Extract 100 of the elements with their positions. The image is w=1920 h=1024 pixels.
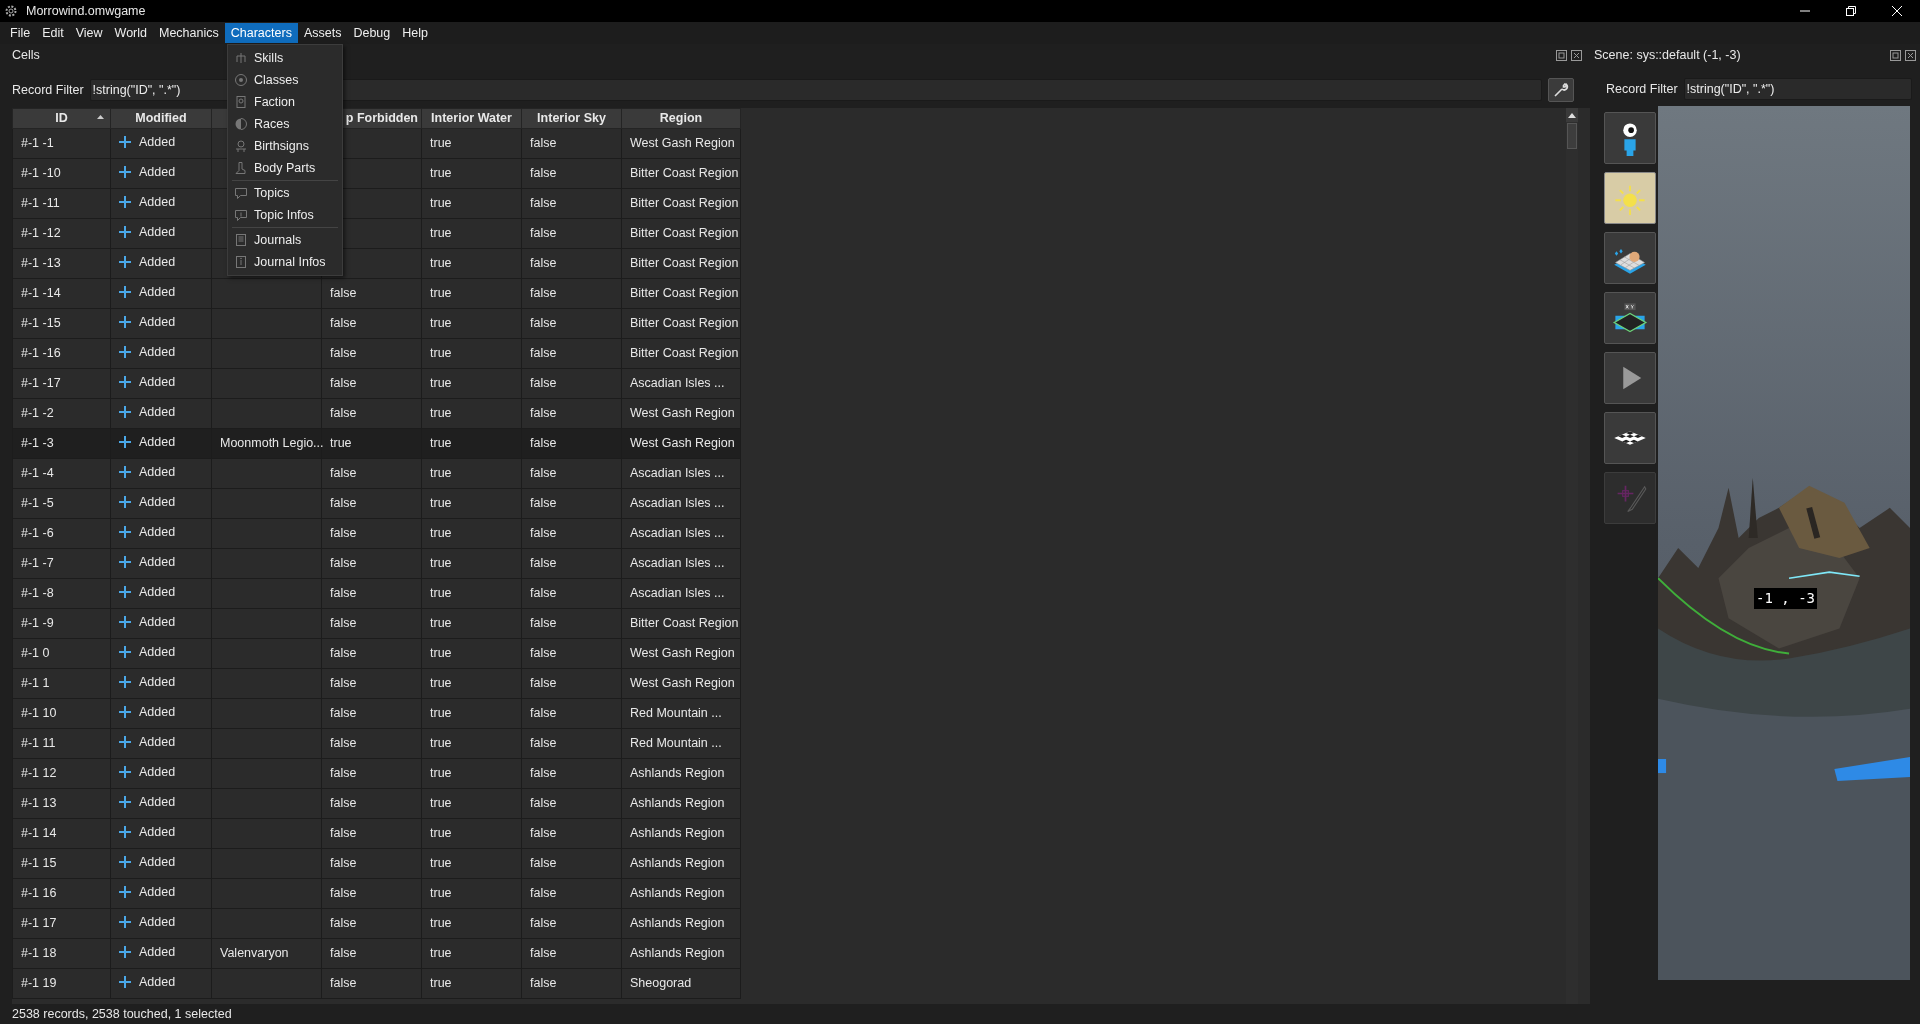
table-cell[interactable]: #-1 -2: [12, 398, 111, 429]
table-cell: Ashlands Region: [621, 938, 741, 969]
table-cell[interactable]: #-1 0: [12, 638, 111, 669]
table-cell[interactable]: #-1 10: [12, 698, 111, 729]
plus-icon: [119, 526, 131, 539]
table-cell: Ashlands Region: [621, 878, 741, 909]
plus-icon: [119, 226, 131, 239]
table-cell-text: Added: [139, 583, 176, 601]
table-cell-text: Added: [139, 523, 176, 541]
table-cell: true: [421, 728, 522, 759]
table-cell: false: [321, 368, 422, 399]
table-cell: Red Mountain ...: [621, 728, 741, 759]
table-cell[interactable]: #-1 -9: [12, 608, 111, 639]
table-cell: false: [321, 278, 422, 309]
table-cell: true: [421, 518, 522, 549]
table-cell: false: [321, 878, 422, 909]
table-cell[interactable]: #-1 -14: [12, 278, 111, 309]
menu-option[interactable]: Body Parts: [228, 157, 342, 179]
table-cell: false: [521, 788, 622, 819]
table-cell[interactable]: #-1 1: [12, 668, 111, 699]
plus-icon: [119, 616, 131, 629]
float-icon[interactable]: [1556, 49, 1567, 61]
menu-option[interactable]: Skills: [228, 47, 342, 69]
plus-icon: [119, 436, 131, 449]
table-cell[interactable]: #-1 13: [12, 788, 111, 819]
table-cell[interactable]: #-1 19: [12, 968, 111, 999]
scrollbar-thumb[interactable]: [1567, 123, 1577, 149]
table-cell[interactable]: #-1 -5: [12, 488, 111, 519]
table-cell: false: [321, 668, 422, 699]
table-cell[interactable]: #-1 -17: [12, 368, 111, 399]
menu-item[interactable]: World: [108, 23, 153, 43]
tool-button[interactable]: [1604, 232, 1656, 284]
table-cell[interactable]: #-1 12: [12, 758, 111, 789]
menu-item[interactable]: Help: [396, 23, 434, 43]
menu-item[interactable]: View: [69, 23, 109, 43]
menu-item[interactable]: Debug: [347, 23, 397, 43]
column-header[interactable]: ID: [12, 108, 111, 129]
table-cell: false: [321, 848, 422, 879]
tool-button[interactable]: [1604, 112, 1656, 164]
record-filter-field[interactable]: !string("ID", ".*"): [1683, 78, 1912, 100]
table-cell: Sheogorad: [621, 968, 741, 999]
table-cell[interactable]: #-1 17: [12, 908, 111, 939]
menu-option[interactable]: Topic Infos: [228, 204, 342, 226]
table-cell[interactable]: #-1 -13: [12, 248, 111, 279]
table-cell[interactable]: #-1 -12: [12, 218, 111, 249]
table-cell[interactable]: #-1 11: [12, 728, 111, 759]
table-cell[interactable]: #-1 -15: [12, 308, 111, 339]
table-cell[interactable]: #-1 -7: [12, 548, 111, 579]
table-cell: Ascadian Isles ...: [621, 518, 741, 549]
wrench-icon: [1553, 82, 1569, 98]
table-cell: Ascadian Isles ...: [621, 368, 741, 399]
table-cell[interactable]: #-1 -10: [12, 158, 111, 189]
plus-icon: [119, 496, 131, 509]
menu-option[interactable]: Topics: [228, 182, 342, 204]
table-cell: false: [521, 938, 622, 969]
table-cell[interactable]: #-1 -11: [12, 188, 111, 219]
table-cell[interactable]: #-1 -16: [12, 338, 111, 369]
menu-item[interactable]: Edit: [36, 23, 70, 43]
close-icon[interactable]: [1905, 49, 1916, 61]
tool-button[interactable]: [1604, 292, 1656, 344]
table-cell: Ashlands Region: [621, 908, 741, 939]
column-header[interactable]: Interior Sky: [521, 108, 622, 129]
menu-option[interactable]: Birthsigns: [228, 135, 342, 157]
table-cell[interactable]: #-1 -8: [12, 578, 111, 609]
column-header[interactable]: Region: [621, 108, 741, 129]
plus-icon: [119, 466, 131, 479]
table-cell[interactable]: #-1 -1: [12, 128, 111, 159]
table-cell-text: Added: [139, 553, 176, 571]
close-icon[interactable]: [1571, 49, 1582, 61]
table-cell: Ascadian Isles ...: [621, 488, 741, 519]
menu-item[interactable]: Characters: [224, 23, 298, 43]
plus-icon: [119, 376, 131, 389]
table-cell: true: [421, 758, 522, 789]
column-header[interactable]: Interior Water: [421, 108, 522, 129]
table-cell: true: [421, 128, 522, 159]
filter-label: Record Filter: [12, 81, 84, 99]
table-cell[interactable]: #-1 -4: [12, 458, 111, 489]
menu-item[interactable]: Mechanics: [153, 23, 225, 43]
table-cell[interactable]: #-1 -6: [12, 518, 111, 549]
table-cell: Bitter Coast Region: [621, 158, 741, 189]
menu-item[interactable]: File: [4, 23, 37, 43]
table-cell[interactable]: #-1 -3: [12, 428, 111, 459]
float-icon[interactable]: [1890, 49, 1901, 61]
plus-icon: [119, 196, 131, 209]
menu-option[interactable]: Journals: [228, 229, 342, 251]
table-cell[interactable]: #-1 14: [12, 818, 111, 849]
table-cell[interactable]: #-1 18: [12, 938, 111, 969]
column-header[interactable]: Modified: [110, 108, 212, 129]
info-book-icon: [234, 255, 248, 269]
panel-title: Scene: sys::default (-1, -3): [1594, 46, 1741, 64]
plus-icon: [119, 556, 131, 569]
plus-icon: [119, 706, 131, 719]
table-cell[interactable]: #-1 15: [12, 848, 111, 879]
table-cell-text: Added: [139, 133, 176, 151]
table-cell[interactable]: #-1 16: [12, 878, 111, 909]
wrench-button[interactable]: [1548, 78, 1574, 102]
table-cell: false: [521, 518, 622, 549]
menu-option[interactable]: Journal Infos: [228, 251, 342, 273]
menu-item[interactable]: Assets: [297, 23, 348, 43]
tool-button[interactable]: [1604, 412, 1656, 464]
